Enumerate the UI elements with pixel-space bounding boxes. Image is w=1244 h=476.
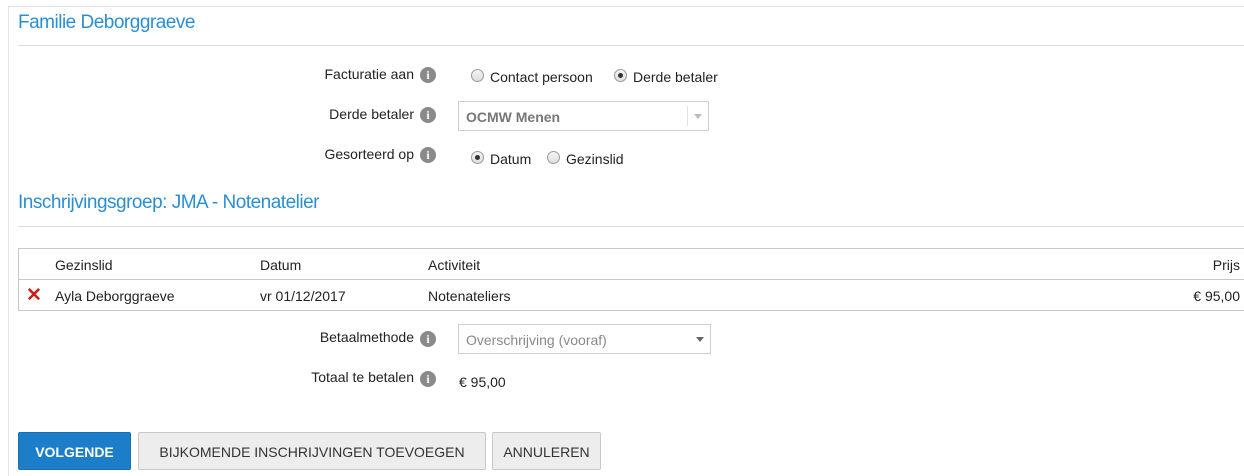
facturatie-label: Facturatie aan [324,66,415,82]
info-icon[interactable]: i [420,331,436,347]
cell-prijs: € 95,00 [1193,288,1240,304]
group-title: Inschrijvingsgroep: JMA - Notenatelier [18,192,319,213]
cell-datum: vr 01/12/2017 [260,288,346,304]
info-icon[interactable]: i [420,147,436,163]
sort-label: Gesorteerd op [324,146,415,162]
radio-contact-persoon[interactable] [471,69,484,82]
radio-derde-betaler-label[interactable]: Derde betaler [633,69,718,85]
derde-betaler-select[interactable]: OCMW Menen [458,101,709,131]
total-label: Totaal te betalen [311,369,414,385]
info-icon[interactable]: i [420,107,436,123]
betaalmethode-value: Overschrijving (vooraf) [466,332,607,348]
add-registrations-button[interactable]: BIJKOMENDE INSCHRIJVINGEN TOEVOEGEN [138,432,486,470]
radio-contact-persoon-label[interactable]: Contact persoon [490,69,593,85]
chevron-down-icon [696,337,704,342]
next-button[interactable]: VOLGENDE [18,432,131,470]
chevron-down-icon [694,114,702,119]
select-separator [687,106,688,126]
derde-betaler-label: Derde betaler [329,106,414,122]
delete-x-icon[interactable]: ✕ [26,286,42,305]
cell-gezinslid: Ayla Deborggraeve [55,288,175,304]
betaalmethode-label: Betaalmethode [319,329,414,345]
derde-betaler-value: OCMW Menen [466,109,561,125]
divider [18,45,1244,46]
info-icon[interactable]: i [420,371,436,387]
divider [18,226,1244,227]
th-prijs: Prijs [1212,257,1240,273]
radio-gezinslid-label[interactable]: Gezinslid [566,151,624,167]
cell-activiteit: Notenateliers [428,288,511,304]
cancel-button[interactable]: ANNULEREN [492,432,601,470]
betaalmethode-select[interactable]: Overschrijving (vooraf) [458,324,711,354]
total-value: € 95,00 [459,374,506,390]
radio-datum[interactable] [471,151,484,164]
registrations-table: Gezinslid Datum Activiteit Prijs ✕ Ayla … [18,248,1244,311]
radio-derde-betaler[interactable] [614,69,627,82]
th-activiteit: Activiteit [428,257,481,273]
row-separator [19,279,1244,280]
th-gezinslid: Gezinslid [55,257,113,273]
family-title: Familie Deborggraeve [18,12,195,33]
info-icon[interactable]: i [420,67,436,83]
th-datum: Datum [260,257,302,273]
radio-gezinslid[interactable] [547,151,560,164]
radio-datum-label[interactable]: Datum [490,151,531,167]
